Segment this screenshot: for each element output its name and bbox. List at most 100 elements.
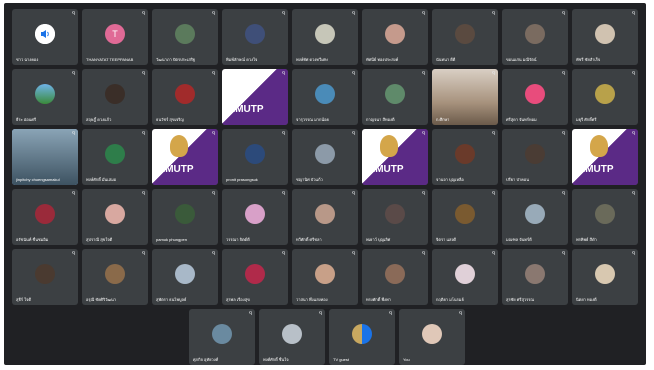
participant-tile[interactable]: ꟼ กาญจนา สีทองดี [362, 69, 428, 125]
avatar [35, 263, 55, 284]
participant-tile[interactable]: ꟼ วาสนา พึ่งแสงทอง [292, 249, 358, 305]
avatar [315, 143, 335, 164]
participant-tile[interactable]: T ꟼ THANYATAT TEEPPANAB [82, 9, 148, 65]
mic-off-icon: ꟼ [491, 191, 495, 197]
avatar: T [105, 23, 125, 44]
participant-tile[interactable]: ꟼ พัชรี ชัยสำเร็จ [572, 9, 638, 65]
avatar [455, 263, 475, 284]
mic-off-icon: ꟼ [141, 131, 145, 137]
participant-name: ชาว ฉางคอง [16, 57, 39, 62]
participant-tile[interactable]: ꟼ วัฒนาภา ปัตรประเสริฐ [152, 9, 218, 65]
avatar [595, 83, 615, 104]
participant-name: พรทิพย์ สีดำ [576, 237, 597, 242]
mic-off-icon: ꟼ [211, 11, 215, 17]
mic-off-icon: ꟼ [71, 251, 75, 257]
rmutp-logo-text: RMUTP [228, 104, 264, 115]
participant-tile[interactable]: ꟼ พงศ์ศักดิ์ ชื่นใจ [259, 309, 325, 365]
participant-tile[interactable]: ꟼ พรทิพย์ สีดำ [572, 189, 638, 245]
mic-off-icon: ꟼ [211, 191, 215, 197]
mic-off-icon: ꟼ [421, 251, 425, 257]
participant-video-tile[interactable]: RMUTP ꟼ [572, 129, 638, 185]
avatar [175, 83, 195, 104]
mic-off-icon: ꟼ [631, 131, 635, 137]
participant-tile[interactable]: ꟼ ปรียา ป่าคอน [502, 129, 568, 185]
participant-tile[interactable]: ꟼ TV guest [329, 309, 395, 365]
participant-tile[interactable]: ꟼ ศรีสุดา จันทร์หอม [502, 69, 568, 125]
avatar [385, 83, 405, 104]
mic-off-icon: ꟼ [561, 251, 565, 257]
mic-off-icon: ꟼ [421, 11, 425, 17]
participant-name: กาญจนา สีทองดี [366, 117, 395, 122]
university-emblem-icon [590, 135, 608, 157]
university-emblem-icon [380, 135, 398, 157]
participant-tile[interactable]: ꟼ จารุวรรณ มากน้อย [292, 69, 358, 125]
participant-video-tile[interactable]: RMUTP ꟼ [362, 129, 428, 185]
avatar [175, 263, 195, 284]
participant-tile[interactable]: ꟼ พงษ์ศักดิ์ มั่นเสมอ [82, 129, 148, 185]
participant-tile[interactable]: ꟼ วรรณา จิตต์ดี [222, 189, 288, 245]
participant-name: มยุรี ศักดิ์ศรี [576, 117, 597, 122]
participant-name: วาสนา พึ่งแสงทอง [296, 297, 328, 302]
avatar [245, 23, 265, 44]
avatar [105, 263, 125, 284]
avatar [35, 83, 55, 104]
participant-video-tile[interactable]: RMUTP ꟼ [222, 69, 288, 125]
participant-name: พิมพ์ลักษณ์ ดวงใจ [226, 57, 258, 62]
participant-tile[interactable]: ꟼ You [399, 309, 465, 365]
participant-tile[interactable]: ꟼ มณฑล จันทร์ดี [502, 189, 568, 245]
participant-tile[interactable]: ꟼ มยุรี ศักดิ์ศรี [572, 69, 638, 125]
participant-tile[interactable]: ꟼ ธีระ อ่อนศรี [12, 69, 78, 125]
participant-tile[interactable]: ꟼ ทัศนีย์ ทองประสงค์ [362, 9, 428, 65]
participant-tile[interactable]: ꟼ พงษ์ทัศ ดวงทวีเศษ [292, 9, 358, 65]
avatar [525, 263, 545, 284]
participant-tile[interactable]: ꟼ สุปราณี สุขใจดี [82, 189, 148, 245]
participant-tile[interactable]: ꟼ ทรงศักดิ์ พึ่งพา [362, 249, 428, 305]
participant-tile[interactable]: ꟼ อรุณี ชัยศิริวัฒนา [82, 249, 148, 305]
participant-tile[interactable]: ꟼ ทวีศักดิ์ ศรีชลา [292, 189, 358, 245]
participant-tile[interactable]: ꟼ อรัชนันท์ ชื่นชมอิม [12, 189, 78, 245]
meeting-stage: ꟼ ชาว ฉางคอง T ꟼ THANYATAT TEEPPANAB ꟼ ว… [4, 3, 646, 365]
mic-off-icon: ꟼ [351, 191, 355, 197]
mic-off-icon: ꟼ [141, 71, 145, 77]
avatar [385, 263, 405, 284]
mic-off-icon: ꟼ [351, 71, 355, 77]
participant-tile[interactable]: ꟼ สุพัตรา ธนไพบูลย์ [152, 249, 218, 305]
participant-tile[interactable]: ꟼ ชาว ฉางคอง [12, 9, 78, 65]
participant-tile[interactable]: ꟼ ธนวัชร์ สุขเจริญ [152, 69, 218, 125]
participant-tile[interactable]: ꟼ สุรชัย ศรีสุวรรณ [502, 249, 568, 305]
participant-tile[interactable]: ꟼ สฤษฎิ์ ดวงแก้ว [82, 69, 148, 125]
grid-row-3: ꟼ jinpitchy chuengsamakul ꟼ พงษ์ศักดิ์ ม… [12, 129, 642, 185]
participant-name: จิตรา แสงดี [436, 237, 457, 242]
participant-name: พเยาว์ บุญเลิศ [366, 237, 391, 242]
participant-video-tile[interactable]: RMUTP ꟼ [152, 129, 218, 185]
participant-video-tile[interactable]: ꟼ ก.ศึกษา [432, 69, 498, 125]
participant-tile[interactable]: ꟼ นิตยา ทองดี [572, 249, 638, 305]
participant-tile[interactable]: ꟼ สุรพล เรืองสุข [222, 249, 288, 305]
participant-tile[interactable]: ꟼ ขอนแก่น มณีรัตน์ [502, 9, 568, 65]
participant-tile[interactable]: ꟼ กฤติยา มโนรมย์ [432, 249, 498, 305]
rmutp-logo-text: RMUTP [368, 164, 404, 175]
participant-tile[interactable]: ꟼ พเยาว์ บุญเลิศ [362, 189, 428, 245]
participant-tile[interactable]: ꟼ จิตรา แสงดี [432, 189, 498, 245]
participant-name: พงษ์ศักดิ์ มั่นเสมอ [86, 177, 117, 182]
participant-tile[interactable]: ꟼ สุธีร์ ใจดี [12, 249, 78, 305]
participant-name: อรัชนันท์ ชื่นชมอิม [16, 237, 49, 242]
participant-video-tile[interactable]: ꟼ jinpitchy chuengsamakul [12, 129, 78, 185]
avatar [315, 83, 335, 104]
participant-tile[interactable]: ꟼ ศุภกิจ อุทัยวงศ์ [189, 309, 255, 365]
participant-name: พงศ์ศักดิ์ ชื่นใจ [263, 357, 289, 362]
participant-tile[interactable]: ꟼ พิมพ์ลักษณ์ ดวงใจ [222, 9, 288, 65]
rmutp-logo-text: RMUTP [158, 164, 194, 175]
participant-tile[interactable]: ꟼ จานจา บุญเหลือ [432, 129, 498, 185]
participant-name: ทัศนีย์ ทองประสงค์ [366, 57, 399, 62]
mic-off-icon: ꟼ [281, 251, 285, 257]
participant-tile[interactable]: ꟼ ชญานิศ บัวแก้ว [292, 129, 358, 185]
participant-tile[interactable]: ꟼ pamuk phungpen [152, 189, 218, 245]
participant-tile[interactable]: ꟼ นันทนา ดีดี [432, 9, 498, 65]
participant-name: ขอนแก่น มณีรัตน์ [506, 57, 537, 62]
mic-off-icon: ꟼ [631, 11, 635, 17]
participant-name: TV guest [333, 357, 350, 362]
participant-tile[interactable]: ꟼ pronit prasongsuk [222, 129, 288, 185]
participant-name: ธนวัชร์ สุขเจริญ [156, 117, 184, 122]
participant-name: สฤษฎิ์ ดวงแก้ว [86, 117, 112, 122]
